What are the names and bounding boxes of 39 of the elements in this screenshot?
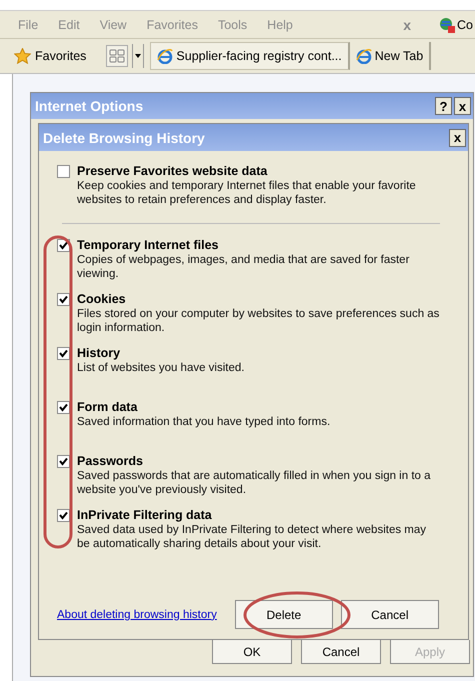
help-link[interactable]: About deleting browsing history [57, 608, 217, 620]
option-description: Keep cookies and temporary Internet files that enable your favorite websites to retain preferences and display faster. [77, 179, 417, 207]
option-title: Preserve Favorites website data [77, 164, 268, 179]
option-title: Temporary Internet files [77, 238, 220, 253]
option-title: InPrivate Filtering data [77, 508, 213, 523]
favorites-button[interactable]: Favorites [35, 49, 86, 63]
option-title: Form data [77, 400, 138, 415]
globe-icon [439, 16, 456, 32]
option-title: History [77, 346, 122, 361]
browser-tab[interactable]: Supplier-facing registry cont... [150, 42, 350, 70]
checkbox[interactable] [57, 293, 70, 306]
option-description: List of websites you have visited. [77, 361, 246, 375]
window-button[interactable]: OK [212, 640, 292, 664]
option-title: Passwords [77, 454, 144, 469]
checkbox[interactable] [57, 165, 70, 178]
dialog-button[interactable]: Delete [234, 600, 333, 629]
checkbox[interactable] [57, 455, 70, 468]
help-button[interactable]: ? [435, 97, 452, 115]
checkbox[interactable] [57, 401, 70, 414]
dialog-title: Delete Browsing History [43, 130, 205, 146]
checkbox[interactable] [57, 347, 70, 360]
option-description: Saved data used by InPrivate Filtering to detect where websites may be automatically sharing details about your visit. [77, 523, 428, 551]
option-description: Saved passwords that are automatically filled in when you sign in to a website you've previously visited. [77, 469, 432, 497]
dialog-button[interactable]: Cancel [340, 600, 439, 629]
browser-tab[interactable]: New Tab [350, 42, 432, 70]
option-description: Copies of webpages, images, and media that are saved for faster viewing. [77, 253, 410, 281]
option-description: Saved information that you have typed into forms. [77, 415, 332, 429]
toolbar-label[interactable]: Co [457, 18, 473, 32]
browser-icon [356, 48, 372, 64]
window-title: Internet Options [35, 98, 144, 114]
close-button[interactable]: x [454, 97, 471, 115]
checkbox[interactable] [57, 509, 70, 522]
window-button[interactable]: Cancel [301, 640, 381, 664]
browser-icon [157, 48, 174, 64]
option-title: Cookies [77, 292, 127, 307]
close-button[interactable]: x [449, 128, 466, 146]
option-description: Files stored on your computer by websites to save preferences such as login information. [77, 307, 440, 335]
star-icon [14, 48, 31, 64]
dropdown-icon[interactable] [132, 44, 144, 68]
